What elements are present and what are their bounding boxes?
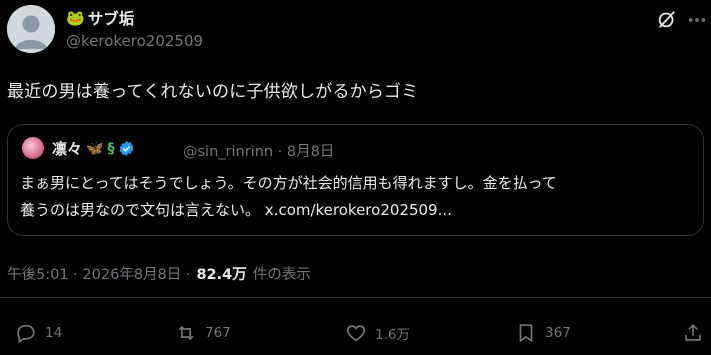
like-button[interactable]: 1.6万 bbox=[345, 322, 410, 344]
views-count: 82.4万 bbox=[196, 267, 247, 283]
quote-name-text: 凛々 bbox=[52, 140, 83, 158]
more-icon[interactable] bbox=[686, 10, 708, 30]
reply-count: 14 bbox=[45, 325, 63, 341]
quote-handle-date[interactable]: @sin_rinrinn · 8月8日 bbox=[183, 140, 334, 161]
verified-badge-icon bbox=[120, 141, 134, 156]
author-name-text: サブ垢 bbox=[87, 10, 135, 28]
quote-author-name[interactable]: 凛々 🦋 § bbox=[52, 138, 135, 159]
bookmark-button[interactable]: 367 bbox=[515, 322, 571, 344]
frog-emoji-icon: 🐸 bbox=[66, 9, 85, 27]
views-label: 件の表示 bbox=[252, 267, 311, 283]
like-count: 1.6万 bbox=[375, 327, 410, 343]
repost-button[interactable]: 767 bbox=[175, 322, 231, 344]
grok-icon[interactable] bbox=[656, 8, 678, 30]
reply-icon bbox=[17, 324, 35, 344]
author-handle[interactable]: @kerokero202509 bbox=[66, 32, 203, 50]
butterfly-emoji-icon: 🦋 bbox=[86, 140, 104, 157]
quote-text-line1: まぁ男にとってはそうでしょう。その方が社会的信用も得れますし。金を払って bbox=[20, 174, 557, 192]
quoted-tweet[interactable]: 凛々 🦋 § @sin_rinrinn · 8月8日 まぁ男にとってはそうでしょ… bbox=[7, 124, 704, 236]
reply-button[interactable]: 14 bbox=[15, 322, 62, 344]
tweet-meta: 午後5:01 · 2026年8月8日 · 82.4万 件の表示 bbox=[7, 263, 311, 284]
repost-icon bbox=[178, 325, 194, 341]
quote-text: まぁ男にとってはそうでしょう。その方が社会的信用も得れますし。金を払って 養うの… bbox=[20, 170, 695, 224]
tweet-text: 最近の男は養ってくれないのに子供欲しがるからゴミ bbox=[7, 82, 419, 102]
share-button[interactable] bbox=[682, 322, 704, 344]
share-icon bbox=[685, 324, 701, 341]
like-icon bbox=[346, 325, 366, 342]
author-display-name[interactable]: 🐸 サブ垢 bbox=[66, 7, 134, 29]
author-avatar[interactable] bbox=[7, 5, 55, 53]
quote-link[interactable]: x.com/kerokero202509... bbox=[265, 201, 452, 219]
quote-author-avatar[interactable] bbox=[22, 137, 44, 159]
snake-emoji-icon: § bbox=[107, 140, 115, 157]
repost-count: 767 bbox=[205, 325, 231, 341]
bookmark-icon bbox=[519, 324, 533, 343]
divider bbox=[0, 297, 711, 298]
bookmark-count: 367 bbox=[545, 325, 571, 341]
quote-text-line2: 養うのは男なので文句は言えない。 bbox=[20, 201, 261, 219]
tweet-timestamp[interactable]: 午後5:01 · 2026年8月8日 · bbox=[7, 263, 190, 284]
